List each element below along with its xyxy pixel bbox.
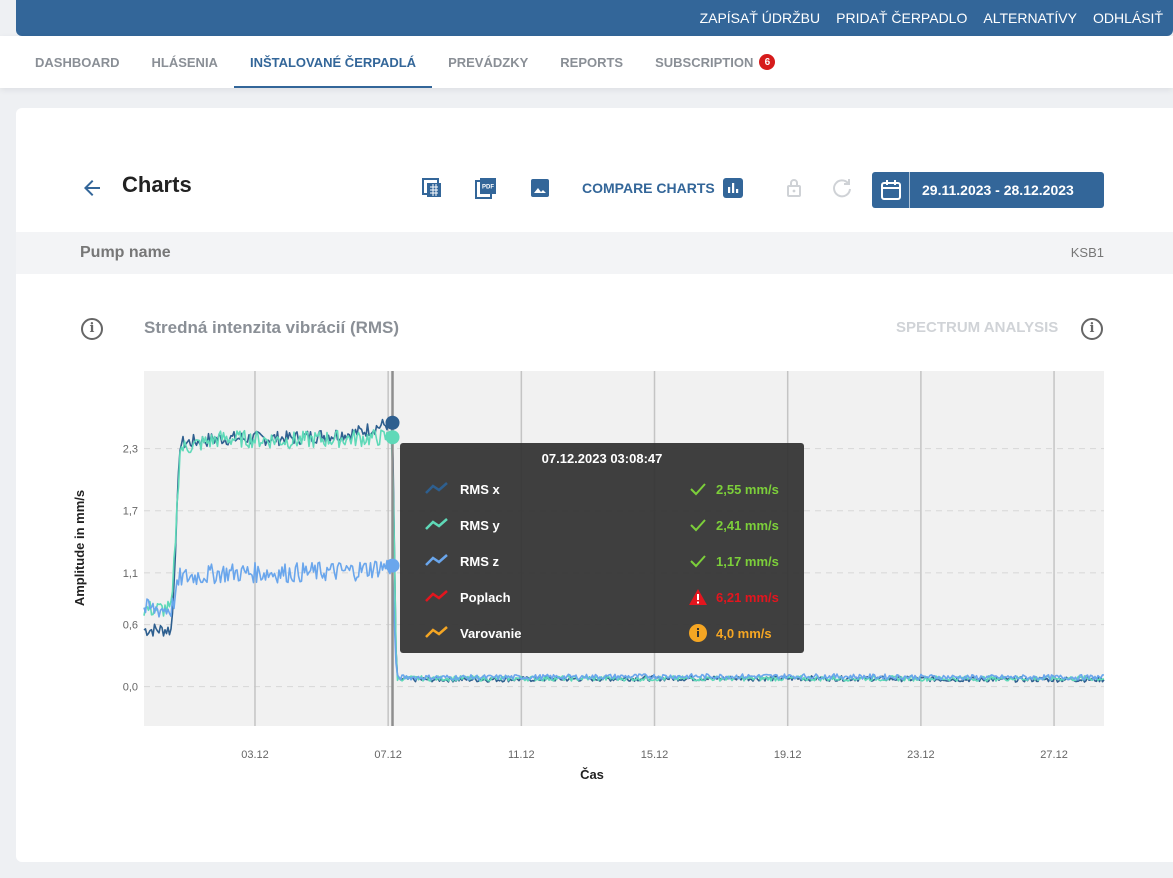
y-tick-label: 2,3 [123, 444, 138, 456]
tooltip-series-name: Poplach [460, 590, 511, 605]
x-tick-label: 19.12 [774, 749, 802, 761]
chart-tooltip: 07.12.2023 03:08:47 RMS x 2,55 mm/s RMS y 2… [400, 443, 804, 653]
tooltip-series-name: RMS x [460, 482, 500, 497]
tooltip-row: RMS x 2,55 mm/s [400, 479, 804, 499]
warning-info-icon [689, 624, 707, 642]
tooltip-series-value: 4,0 mm/s [716, 626, 772, 641]
x-tick-label: 27.12 [1040, 749, 1068, 761]
x-tick-label: 11.12 [508, 749, 535, 761]
tooltip-timestamp: 07.12.2023 03:08:47 [541, 451, 663, 466]
tooltip-row: Varovanie 4,0 mm/s [400, 623, 804, 643]
tooltip-series-value: 2,55 mm/s [716, 482, 779, 497]
series-swatch-icon [425, 554, 448, 566]
check-icon [690, 483, 706, 496]
rms-vibration-chart[interactable]: 0,0 0,6 1,1 1,7 2,3 03.12 07.12 11.12 15.12 19.12… [0, 0, 1173, 878]
hover-point-marker [385, 415, 400, 430]
series-swatch-icon [425, 482, 448, 494]
y-tick-label: 1,1 [123, 568, 138, 580]
check-icon [690, 555, 706, 568]
x-tick-label: 23.12 [907, 749, 935, 761]
y-tick-label: 1,7 [123, 506, 138, 518]
check-icon [690, 519, 706, 532]
tooltip-series-value: 6,21 mm/s [716, 590, 779, 605]
y-tick-label: 0,6 [123, 620, 138, 632]
x-axis-label: Čas [580, 767, 604, 782]
tooltip-series-value: 2,41 mm/s [716, 518, 779, 533]
tooltip-series-name: Varovanie [460, 626, 522, 641]
x-tick-label: 15.12 [641, 749, 669, 761]
tooltip-row: RMS z 1,17 mm/s [400, 551, 804, 571]
y-tick-label: 0,0 [123, 682, 138, 694]
x-tick-label: 03.12 [241, 749, 269, 761]
alarm-warning-triangle-icon [689, 589, 707, 605]
hover-point-marker [385, 558, 400, 573]
tooltip-series-name: RMS z [460, 554, 499, 569]
tooltip-series-name: RMS y [460, 518, 500, 533]
tooltip-series-value: 1,17 mm/s [716, 554, 779, 569]
y-axis-label: Amplitude in mm/s [72, 490, 87, 606]
series-swatch-icon [425, 590, 448, 602]
hover-point-marker [385, 430, 400, 445]
series-swatch-icon [425, 518, 448, 530]
tooltip-row: RMS y 2,41 mm/s [400, 515, 804, 535]
x-tick-label: 07.12 [374, 749, 402, 761]
series-swatch-icon [425, 626, 448, 638]
tooltip-row: Poplach 6,21 mm/s [400, 587, 804, 607]
